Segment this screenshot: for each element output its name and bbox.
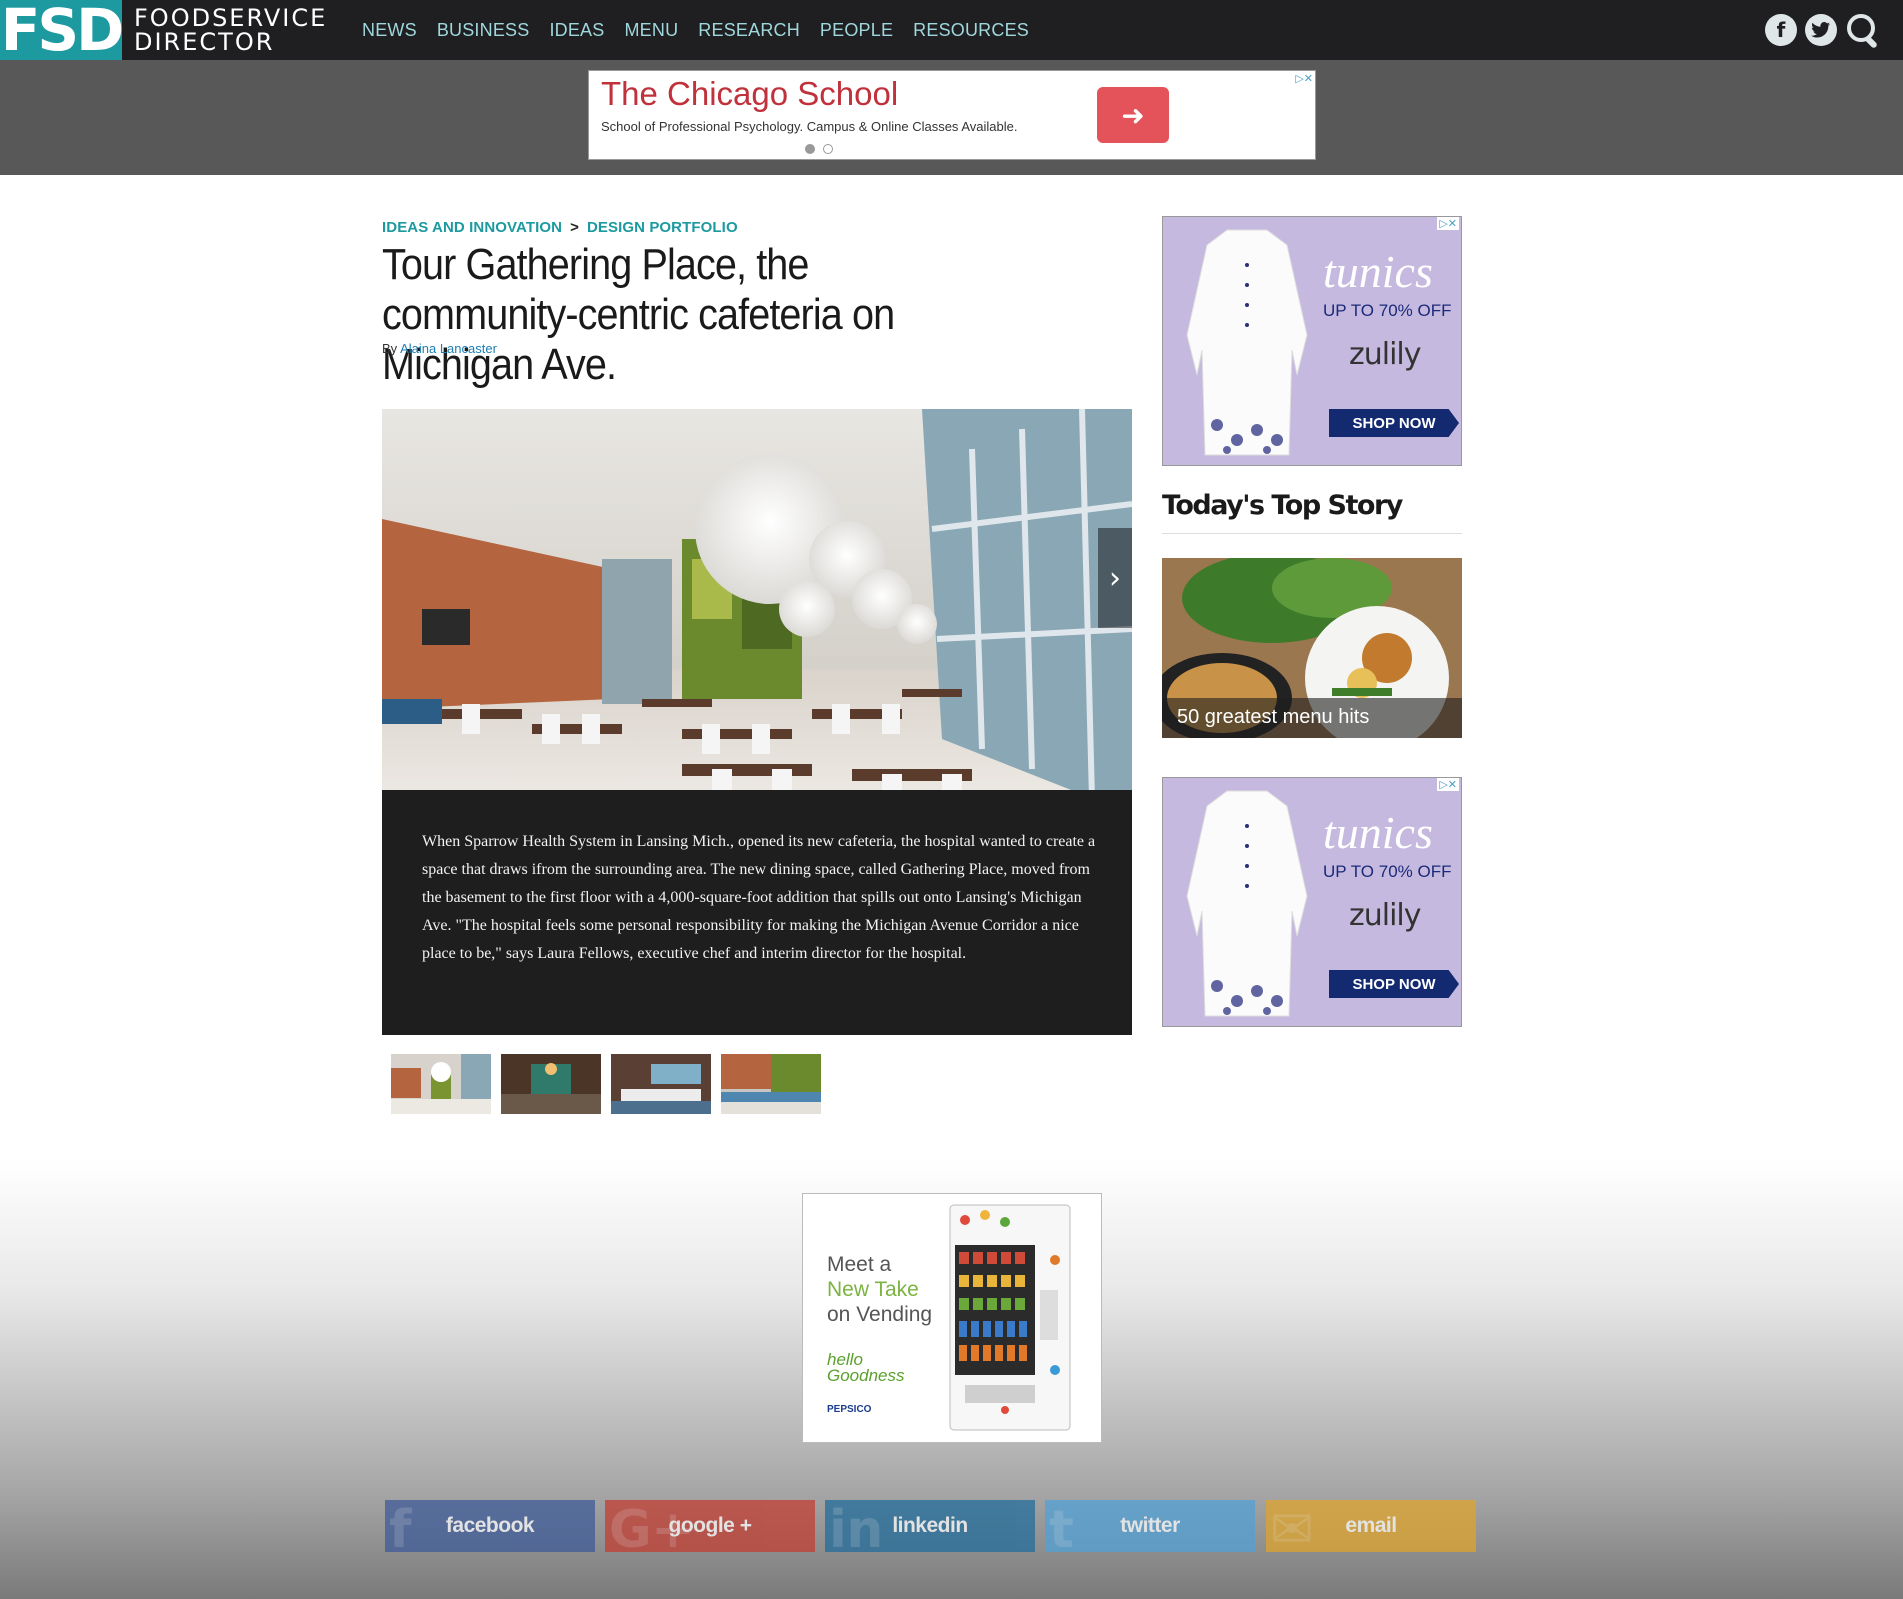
vending-line-2: New Take xyxy=(827,1278,919,1301)
vending-ad[interactable]: Meet a New Take on Vending hello Goodnes… xyxy=(802,1193,1102,1443)
logo-line-2: DIRECTOR xyxy=(134,28,275,56)
vending-line-1: Meet a xyxy=(827,1253,892,1276)
logo-wordmark: FOODSERVICE DIRECTOR xyxy=(134,6,327,54)
thumbnail-4[interactable] xyxy=(721,1054,821,1114)
ad-headline: tunics xyxy=(1323,807,1433,858)
nav-resources[interactable]: RESOURCES xyxy=(913,20,1029,41)
breadcrumb-separator: > xyxy=(570,219,579,236)
tunic-dress-image xyxy=(1186,790,1308,1017)
linkedin-icon: in xyxy=(829,1500,883,1560)
nav-menu[interactable]: MENU xyxy=(624,20,678,41)
logo-mark: FSD xyxy=(0,0,124,64)
adchoices-icon[interactable]: ▷✕ xyxy=(1295,72,1313,85)
google-plus-icon: G+ xyxy=(609,1500,695,1560)
shop-now-button[interactable]: SHOP NOW xyxy=(1329,970,1459,998)
ad-title[interactable]: The Chicago School xyxy=(601,75,898,113)
zulily-logo: zulily xyxy=(1349,337,1422,372)
ad-pager-dot[interactable] xyxy=(805,144,815,154)
slideshow-caption: When Sparrow Health System in Lansing Mi… xyxy=(382,790,1132,1035)
facebook-icon: f xyxy=(389,1500,412,1560)
email-icon: ✉ xyxy=(1270,1500,1314,1560)
thumbnail-1[interactable] xyxy=(391,1054,491,1114)
article-title: Tour Gathering Place, the community-cent… xyxy=(382,240,895,389)
side-ad-2[interactable]: tunics UP TO 70% OFF zulily SHOP NOW ▷✕ xyxy=(1162,777,1462,1027)
share-twitter-label: twitter xyxy=(1120,1514,1180,1537)
nav-business[interactable]: BUSINESS xyxy=(437,20,530,41)
site-logo[interactable]: FSD FOODSERVICE DIRECTOR xyxy=(0,0,327,60)
byline: By Alaina Lancaster xyxy=(382,341,497,356)
breadcrumb-parent[interactable]: IDEAS AND INNOVATION xyxy=(382,219,562,236)
vending-line-3: on Vending xyxy=(827,1303,933,1326)
share-facebook-label: facebook xyxy=(445,1514,535,1537)
share-email-button[interactable]: ✉ email xyxy=(1266,1500,1476,1560)
share-twitter-button[interactable]: t twitter xyxy=(1045,1500,1255,1560)
share-linkedin-button[interactable]: in linkedin xyxy=(825,1500,1035,1560)
nav-people[interactable]: PEOPLE xyxy=(820,20,893,41)
ad-pager xyxy=(805,144,833,154)
caption-text: When Sparrow Health System in Lansing Mi… xyxy=(422,833,1096,962)
header-icons: f xyxy=(1765,12,1881,48)
nav-news[interactable]: NEWS xyxy=(362,20,417,41)
twitter-icon: t xyxy=(1049,1500,1074,1560)
top-nav-bar: FSD FOODSERVICE DIRECTOR NEWS BUSINESS I… xyxy=(0,0,1903,60)
slideshow-next-button[interactable]: › xyxy=(1098,528,1132,628)
share-email-label: email xyxy=(1345,1514,1397,1537)
ad-headline: tunics xyxy=(1323,246,1433,297)
adchoices-icon[interactable]: ▷✕ xyxy=(1437,217,1459,230)
nav-research[interactable]: RESEARCH xyxy=(698,20,800,41)
top-story-card[interactable]: 50 greatest menu hits xyxy=(1162,558,1462,738)
ad-pager-dot[interactable] xyxy=(823,144,833,154)
logo-line-1: FOODSERVICE xyxy=(134,4,328,32)
search-icon[interactable] xyxy=(1845,12,1881,48)
goodness-word: Goodness xyxy=(827,1366,905,1385)
main-nav: NEWS BUSINESS IDEAS MENU RESEARCH PEOPLE… xyxy=(362,0,1049,60)
ad-offer: UP TO 70% OFF xyxy=(1323,862,1452,881)
slideshow-thumbnails xyxy=(391,1054,821,1114)
breadcrumb: IDEAS AND INNOVATION > DESIGN PORTFOLIO xyxy=(382,219,738,236)
thumbnail-2[interactable] xyxy=(501,1054,601,1114)
byline-prefix: By xyxy=(382,341,398,356)
top-story-label[interactable]: 50 greatest menu hits xyxy=(1162,698,1462,738)
breadcrumb-current[interactable]: DESIGN PORTFOLIO xyxy=(587,219,738,236)
thumbnail-3[interactable] xyxy=(611,1054,711,1114)
vending-ad-headline: Meet a New Take on Vending xyxy=(827,1252,932,1327)
side-ad-1[interactable]: tunics UP TO 70% OFF zulily SHOP NOW ▷✕ xyxy=(1162,216,1462,466)
pepsico-logo: PEPSICO xyxy=(827,1404,872,1415)
zulily-logo: zulily xyxy=(1349,898,1422,933)
facebook-icon[interactable]: f xyxy=(1765,14,1797,46)
ad-offer: UP TO 70% OFF xyxy=(1323,301,1452,320)
hello-goodness-logo: hello Goodness xyxy=(827,1351,905,1385)
author-link[interactable]: Alaina Lancaster xyxy=(400,341,497,356)
adchoices-icon[interactable]: ▷✕ xyxy=(1437,778,1459,791)
vending-machine-image xyxy=(949,1204,1071,1431)
top-banner-ad[interactable]: The Chicago School School of Professiona… xyxy=(588,70,1316,160)
nav-ideas[interactable]: IDEAS xyxy=(549,20,604,41)
share-linkedin-label: linkedin xyxy=(892,1514,968,1537)
shop-now-button[interactable]: SHOP NOW xyxy=(1329,409,1459,437)
top-story-heading: Today's Top Story xyxy=(1162,490,1462,534)
share-google-button[interactable]: G+ google + xyxy=(605,1500,815,1560)
twitter-icon[interactable] xyxy=(1805,14,1837,46)
slideshow-image[interactable] xyxy=(382,409,1132,814)
tunic-dress-image xyxy=(1186,229,1308,456)
ad-arrow-button[interactable]: ➜ xyxy=(1097,87,1169,143)
ad-subtitle: School of Professional Psychology. Campu… xyxy=(601,119,1018,134)
share-facebook-button[interactable]: f facebook xyxy=(385,1500,595,1560)
